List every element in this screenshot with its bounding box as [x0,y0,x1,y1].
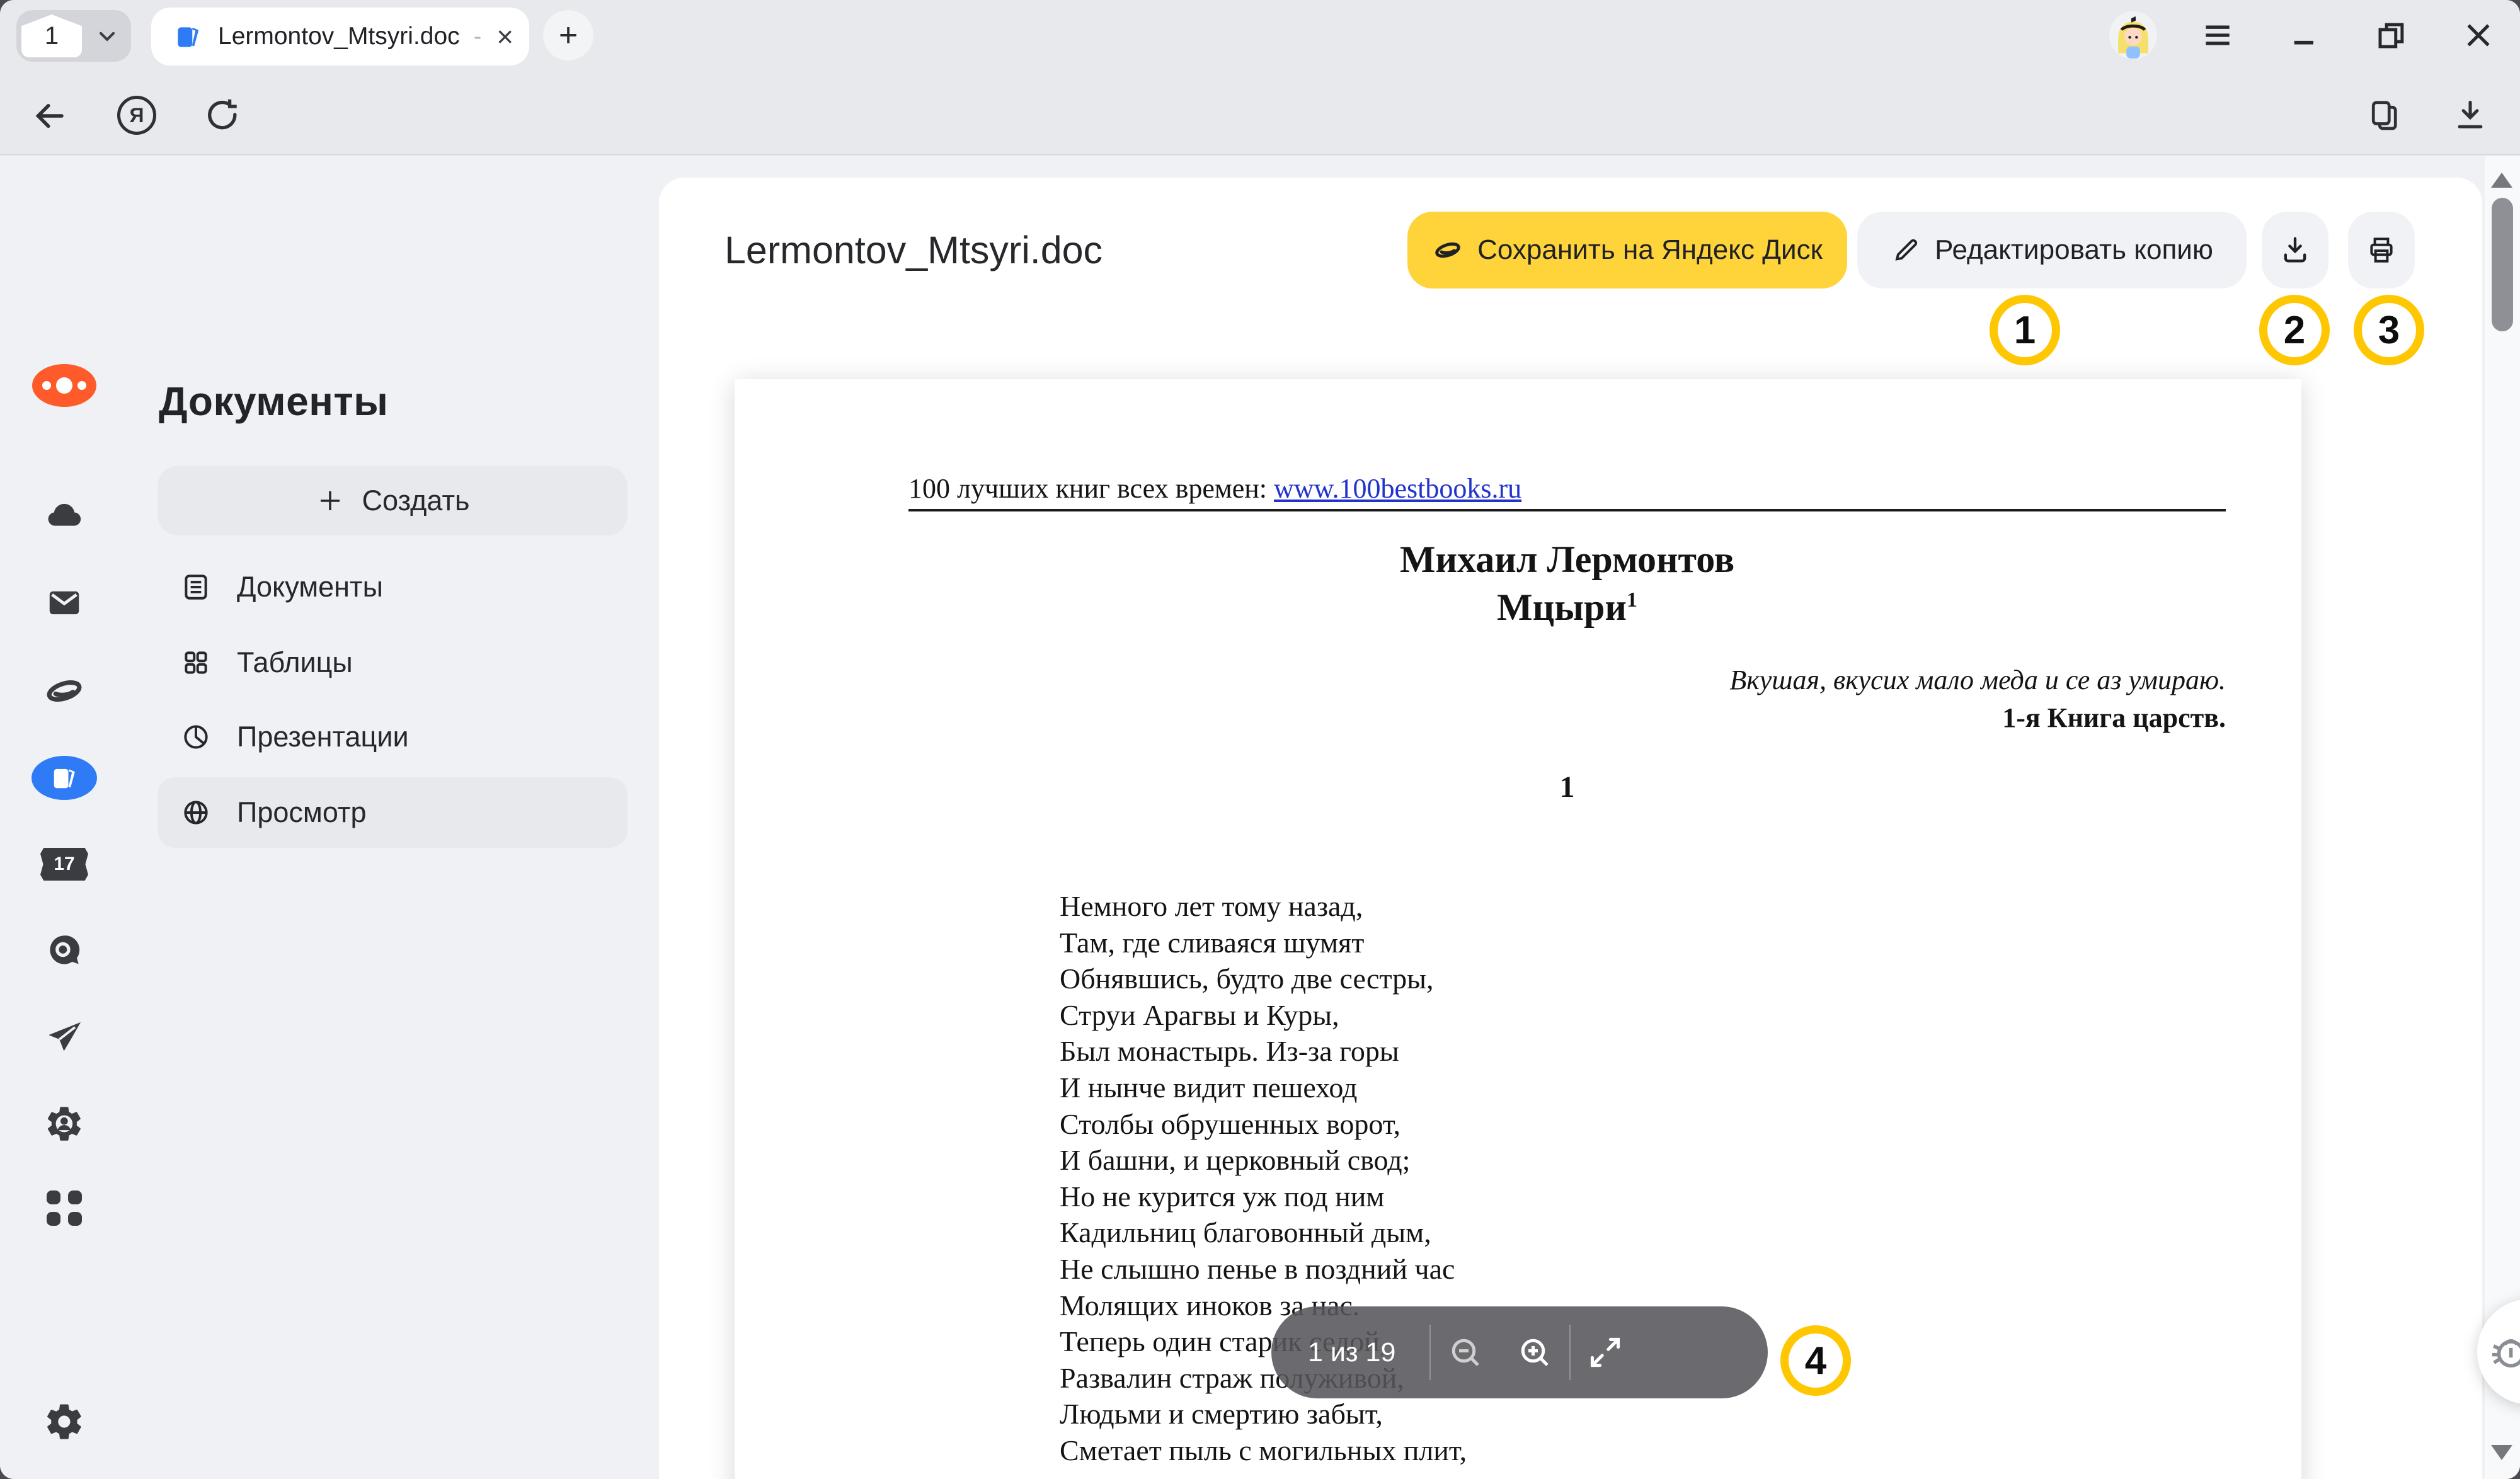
gear-icon[interactable] [0,1401,129,1442]
create-label: Создать [362,484,469,517]
browser-tab[interactable]: Lermontov_Mtsyri.doc - × [151,8,529,66]
back-icon[interactable] [30,97,68,135]
pie-chart-icon [180,721,212,753]
restore-button[interactable] [2371,15,2412,55]
menu-button[interactable] [2197,15,2238,55]
edit-copy-label: Редактировать копию [1935,234,2213,266]
bug-icon [2485,1328,2520,1375]
browser-window: 1 Lermontov_Mtsyri.doc - × + [0,0,2520,1479]
poem-line: Немного лет тому назад, [1060,888,1467,925]
cloud-icon[interactable] [0,496,129,537]
tab-bar: 1 Lermontov_Mtsyri.doc - × + [0,0,2520,77]
sidebar-item-presentations[interactable]: Презентации [158,702,627,772]
document-lines-icon [180,571,212,603]
poem-line: Там, где сливаяся шумят [1060,925,1467,961]
collections-icon[interactable] [2366,97,2404,135]
page-header-line: 100 лучших книг всех времен: www.100best… [908,472,1521,505]
download-tray-icon [2279,234,2311,266]
footnote-marker: 1 [1627,588,1637,612]
calendar-icon[interactable]: 17 [0,848,129,881]
users-gear-icon[interactable] [0,1104,129,1144]
close-window-button[interactable] [2458,15,2499,55]
tab-count: 1 [21,14,82,57]
poem-line: И башни, и церковный свод; [1060,1142,1467,1179]
disk-icon [1432,234,1463,266]
messenger-icon[interactable] [0,930,129,970]
save-to-disk-button[interactable]: Сохранить на Яндекс Диск [1407,212,1847,288]
browser-toolbar: Я docs.yandex.ru Lermontov_Mtsyri.doc - … [0,77,2520,155]
paper-plane-icon[interactable] [0,1017,129,1058]
zoom-in-icon[interactable] [1500,1306,1569,1398]
download-document-button[interactable] [2262,212,2328,288]
sidebar-title: Документы [159,378,388,425]
tab-title-suffix: - [474,23,482,50]
annotation-badge-2: 2 [2259,295,2330,365]
page-indicator: 1 из 19 [1308,1337,1395,1368]
downloads-icon[interactable] [2452,97,2490,135]
annotation-badge-1: 1 [1990,295,2060,365]
grid-icon[interactable] [0,1191,129,1226]
poem-author: Михаил Лермонтов [908,538,2226,581]
poem-title: Мцыри1 [908,586,2226,629]
document-title: Lermontov_Mtsyri.doc [724,228,1102,272]
tab-counter-button[interactable]: 1 [16,10,131,62]
sidebar-item-label: Презентации [237,721,409,753]
annotation-badge-4: 4 [1780,1325,1851,1396]
printer-icon [2366,234,2397,266]
globe-icon [180,797,212,828]
tables-grid-icon [180,647,212,678]
annotation-badge-3: 3 [2354,295,2424,365]
calendar-date: 17 [40,848,88,881]
poem-line: И нынче видит пешеход [1060,1070,1467,1106]
viewer-toolbar: 1 из 19 [1271,1306,1768,1398]
sidebar-item-view[interactable]: Просмотр [158,777,627,848]
scroll-down-icon[interactable] [2491,1445,2512,1460]
poem-line: Струи Арагвы и Куры, [1060,997,1467,1034]
chevron-down-icon [94,23,120,49]
new-tab-button[interactable]: + [543,10,593,60]
header-link[interactable]: www.100bestbooks.ru [1274,473,1521,504]
poem-line: Обнявшись, будто две сестры, [1060,961,1467,997]
disk-icon[interactable] [0,670,129,712]
header-prefix: 100 лучших книг всех времен: [908,473,1274,504]
scroll-up-icon[interactable] [2491,173,2512,188]
save-to-disk-label: Сохранить на Яндекс Диск [1477,234,1823,266]
documents-icon[interactable] [0,756,129,800]
poem-line: Был монастырь. Из-за горы [1060,1033,1467,1070]
poem-line: Сметает пыль с могильных плит, [1060,1432,1467,1469]
header-rule [908,509,2226,511]
zoom-out-icon[interactable] [1431,1306,1500,1398]
poem-line: Столбы обрушенных ворот, [1060,1106,1467,1143]
poem-line: Не слышно пенье в поздний час [1060,1251,1467,1288]
epigraph-source: 1-я Книга царств. [908,702,2226,734]
poem-line: Кадильниц благовонный дым, [1060,1214,1467,1251]
browser-avatar[interactable] [2109,11,2157,59]
pencil-icon [1891,235,1921,265]
scrollbar[interactable] [2485,156,2520,1479]
plus-icon [315,486,345,516]
poem-line: Но не курится уж под ним [1060,1179,1467,1215]
epigraph: Вкушая, вкусих мало меда и се аз умираю. [908,664,2226,696]
section-number: 1 [908,770,2226,804]
yandex-docs-icon [173,21,204,52]
mail-icon[interactable] [0,583,129,622]
yandex360-logo-icon[interactable] [0,364,129,407]
document-viewer-panel: Lermontov_Mtsyri.doc Сохранить на Яндекс… [659,178,2482,1479]
edit-copy-button[interactable]: Редактировать копию [1857,212,2247,288]
sidebar-item-label: Просмотр [237,796,367,829]
sidebar-item-documents[interactable]: Документы [158,552,627,622]
fullscreen-icon[interactable] [1571,1306,1640,1398]
sidebar-item-label: Таблицы [237,646,353,679]
minimize-button[interactable] [2284,15,2325,55]
sidebar-item-label: Документы [237,571,383,603]
sidebar-item-tables[interactable]: Таблицы [158,627,627,698]
poem-line: Людьми и смертию забыт, [1060,1396,1467,1432]
tab-close-icon[interactable]: × [496,22,513,51]
print-document-button[interactable] [2348,212,2415,288]
yandex-search-icon[interactable]: Я [117,96,156,135]
create-button[interactable]: Создать [158,466,627,535]
reload-icon[interactable] [204,97,242,135]
scrollbar-thumb[interactable] [2492,198,2513,331]
tab-title: Lermontov_Mtsyri.doc [218,23,460,50]
